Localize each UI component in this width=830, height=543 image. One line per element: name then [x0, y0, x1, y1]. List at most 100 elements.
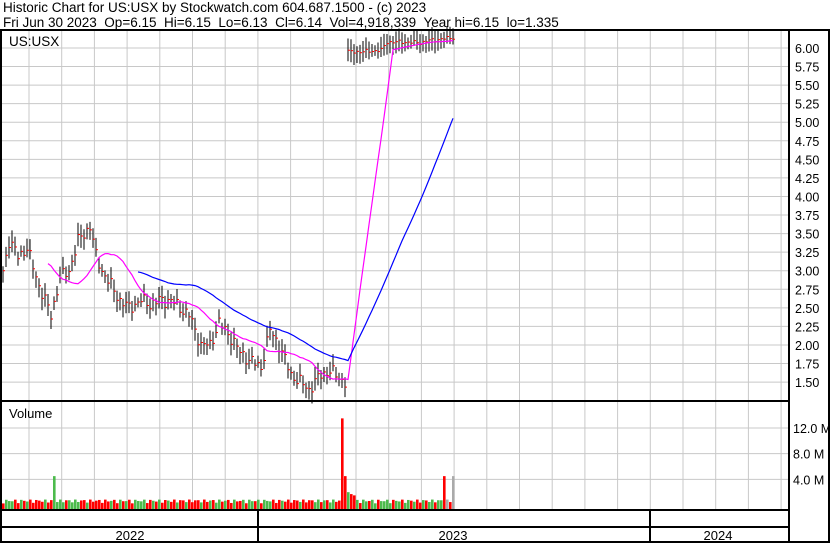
volume-bar: [131, 503, 134, 509]
y-tick-label: 5.25: [795, 98, 819, 112]
y-tick-label: 5.75: [795, 61, 819, 75]
volume-bar: [263, 499, 266, 509]
volume-bar: [347, 492, 350, 509]
y-tick-label: 5.00: [795, 116, 819, 130]
volume-bar: [95, 500, 98, 509]
volume-bar: [242, 499, 245, 509]
volume-bar: [149, 499, 152, 509]
y-tick-label: 4.25: [795, 172, 819, 186]
volume-bar: [266, 500, 269, 509]
volume-bar: [353, 495, 356, 509]
volume-bar: [269, 501, 272, 509]
volume-bar: [308, 500, 311, 509]
volume-bar: [203, 499, 206, 509]
volume-bar: [407, 499, 410, 509]
volume-bar: [101, 502, 104, 509]
volume-bar: [377, 499, 380, 509]
volume-bar: [362, 499, 365, 509]
volume-bar: [65, 500, 68, 509]
volume-bar: [341, 418, 344, 509]
volume-bar: [239, 500, 242, 509]
volume-bar: [416, 499, 419, 509]
volume-bar: [56, 502, 59, 509]
volume-bar: [35, 499, 38, 509]
volume-bar: [350, 494, 353, 509]
y-tick-label: 4.50: [795, 153, 819, 167]
volume-bar: [23, 500, 26, 509]
volume-bar: [233, 499, 236, 509]
volume-bar: [311, 500, 314, 509]
y-tick-label: 3.00: [795, 265, 819, 279]
volume-bar: [26, 501, 29, 509]
volume-bar: [140, 501, 143, 509]
volume-bar: [293, 500, 296, 509]
volume-bar: [338, 500, 341, 509]
volume-bar: [68, 500, 71, 509]
volume-bar: [53, 476, 56, 509]
volume-bar: [215, 502, 218, 509]
volume-bar: [32, 502, 35, 509]
volume-bar: [83, 500, 86, 509]
x-tick-label: 2024: [704, 528, 733, 543]
volume-bar: [152, 500, 155, 509]
volume-bar: [200, 502, 203, 509]
y-tick-label: 2.75: [795, 283, 819, 297]
volume-bar: [419, 502, 422, 509]
symbol-label: US:USX: [9, 34, 59, 49]
volume-bar: [155, 501, 158, 509]
volume-bar: [248, 499, 251, 509]
volume-bar: [107, 501, 110, 509]
volume-bar: [110, 500, 113, 509]
volume-bar: [158, 499, 161, 509]
volume-bar: [422, 500, 425, 509]
y-tick-label: 4.75: [795, 135, 819, 149]
volume-bar: [431, 499, 434, 509]
y-tick-label: 6.00: [795, 42, 819, 56]
volume-bar: [290, 502, 293, 509]
volume-bar: [386, 499, 389, 509]
y-tick-label: 3.25: [795, 246, 819, 260]
stock-chart: US:USX Volume 6.00 5.75 5.50 5.25 5.00 4.75 4.…: [0, 25, 830, 543]
volume-bar: [74, 499, 77, 509]
volume-bar: [305, 502, 308, 509]
volume-bar: [71, 502, 74, 509]
volume-bar: [161, 502, 164, 509]
volume-bar: [137, 500, 140, 509]
volume-bar: [440, 500, 443, 509]
volume-tick-label: 4.0 M: [793, 473, 824, 487]
volume-bar: [335, 501, 338, 509]
volume-bar: [113, 499, 116, 509]
volume-bar: [176, 502, 179, 509]
volume-bar: [218, 499, 221, 509]
volume-bar: [212, 500, 215, 509]
volume-bar: [395, 500, 398, 509]
volume-bar: [29, 499, 32, 509]
volume-bar: [47, 502, 50, 509]
volume-bar: [368, 500, 371, 509]
volume-bar: [299, 501, 302, 509]
y-tick-label: 2.25: [795, 320, 819, 334]
y-tick-label: 2.00: [795, 339, 819, 353]
volume-bar: [188, 499, 191, 509]
y-tick-label: 1.50: [795, 376, 819, 390]
volume-bar: [125, 501, 128, 509]
volume-bar: [92, 501, 95, 509]
volume-bar: [254, 501, 257, 509]
volume-bar: [116, 503, 119, 509]
volume-bar: [314, 502, 317, 509]
volume-bar: [17, 503, 20, 509]
long-moving-average-line: [137, 118, 454, 362]
volume-bar: [392, 499, 395, 509]
volume-bar: [413, 501, 416, 509]
volume-bar: [278, 499, 281, 509]
volume-bar: [404, 502, 407, 509]
volume-bar: [62, 502, 65, 509]
volume-bar: [191, 502, 194, 509]
y-tick-label: 3.50: [795, 228, 819, 242]
volume-bar: [77, 501, 80, 509]
volume-bar: [281, 500, 284, 509]
volume-bar: [80, 500, 83, 509]
volume-bar: [236, 501, 239, 509]
volume-bar: [401, 499, 404, 509]
volume-bar: [398, 501, 401, 509]
